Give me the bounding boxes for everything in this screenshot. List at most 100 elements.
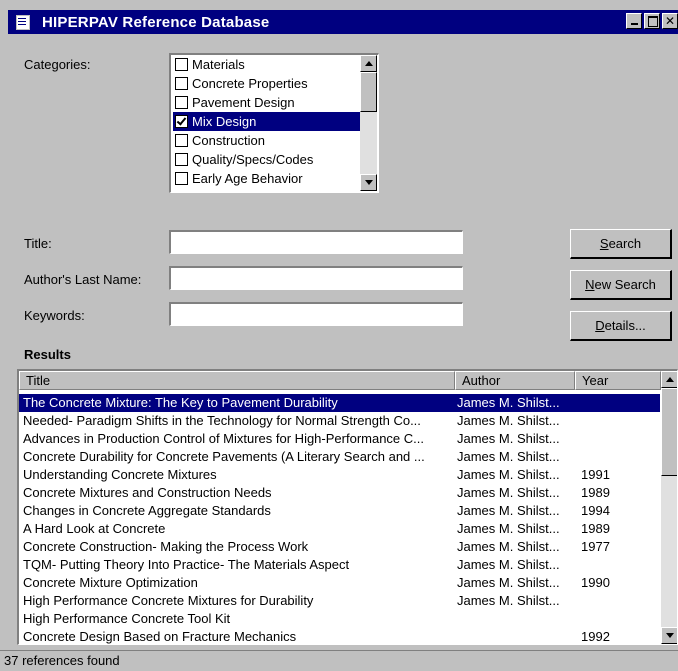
keywords-input[interactable] [169, 302, 463, 326]
results-list[interactable]: Title Author Year The Concrete Mixture: … [17, 369, 678, 645]
scroll-down-button[interactable] [661, 627, 677, 644]
row-author: James M. Shilst... [457, 557, 560, 572]
status-text: 37 references found [4, 653, 120, 668]
new-search-label: ew Search [594, 277, 656, 292]
results-row[interactable]: High Performance Concrete Mixtures for D… [19, 592, 660, 610]
category-checkbox[interactable] [175, 115, 188, 128]
scroll-down-button[interactable] [360, 174, 377, 191]
category-item-pavement-design[interactable]: Pavement Design [173, 93, 361, 112]
scroll-thumb[interactable] [360, 72, 377, 112]
category-checkbox[interactable] [175, 153, 188, 166]
details-button[interactable]: Details... [570, 311, 672, 341]
results-row[interactable]: Concrete Design Based on Fracture Mechan… [19, 628, 660, 644]
scroll-up-button[interactable] [661, 371, 677, 388]
category-item-construction[interactable]: Construction [173, 131, 361, 150]
minimize-button[interactable] [626, 13, 642, 29]
author-label: Author's Last Name: [24, 272, 142, 287]
row-title: Advances in Production Control of Mixtur… [23, 431, 425, 446]
minimize-icon [631, 23, 638, 25]
maximize-icon [648, 16, 658, 27]
categories-scrollbar[interactable] [360, 55, 377, 191]
results-row[interactable]: Needed- Paradigm Shifts in the Technolog… [19, 412, 660, 430]
categories-label: Categories: [24, 57, 91, 72]
row-title: Concrete Design Based on Fracture Mechan… [23, 629, 297, 644]
row-title: Concrete Mixtures and Construction Needs [23, 485, 272, 500]
row-author: James M. Shilst... [457, 467, 560, 482]
row-author: James M. Shilst... [457, 593, 560, 608]
results-row[interactable]: A Hard Look at Concrete James M. Shilst.… [19, 520, 660, 538]
results-row[interactable]: Changes in Concrete Aggregate Standards … [19, 502, 660, 520]
row-year: 1990 [581, 575, 610, 590]
row-author: James M. Shilst... [457, 413, 560, 428]
results-row[interactable]: Understanding Concrete Mixtures James M.… [19, 466, 660, 484]
new-search-button[interactable]: New Search [570, 270, 672, 300]
close-icon: ✕ [664, 14, 676, 28]
title-label: Title: [24, 236, 52, 251]
category-checkbox[interactable] [175, 134, 188, 147]
column-header-author[interactable]: Author [455, 371, 575, 390]
row-author: James M. Shilst... [457, 521, 560, 536]
row-title: High Performance Concrete Mixtures for D… [23, 593, 314, 608]
arrow-up-icon [365, 61, 373, 66]
details-mnemonic: D [595, 318, 605, 333]
category-label: Concrete Properties [192, 76, 308, 91]
results-row[interactable]: TQM- Putting Theory Into Practice- The M… [19, 556, 660, 574]
window-title: HIPERPAV Reference Database [42, 13, 270, 31]
maximize-button[interactable] [644, 13, 660, 29]
row-author: James M. Shilst... [457, 539, 560, 554]
row-title: High Performance Concrete Tool Kit [23, 611, 231, 626]
row-author: James M. Shilst... [457, 503, 560, 518]
row-title: A Hard Look at Concrete [23, 521, 166, 536]
category-item-mix-design[interactable]: Mix Design [173, 112, 361, 131]
results-row[interactable]: The Concrete Mixture: The Key to Pavemen… [19, 394, 660, 412]
categories-list[interactable]: Materials Concrete Properties Pavement D… [169, 53, 379, 193]
results-row[interactable]: Concrete Mixture Optimization James M. S… [19, 574, 660, 592]
search-mnemonic: S [599, 236, 609, 251]
category-item-early-age-behavior[interactable]: Early Age Behavior [173, 169, 361, 188]
category-checkbox[interactable] [175, 172, 188, 185]
results-row[interactable]: Concrete Durability for Concrete Pavemen… [19, 448, 660, 466]
database-icon [14, 14, 32, 30]
search-button[interactable]: Search [570, 229, 672, 259]
category-checkbox[interactable] [175, 96, 188, 109]
category-label: Pavement Design [192, 95, 295, 110]
row-author: James M. Shilst... [457, 431, 560, 446]
row-author: James M. Shilst... [457, 485, 560, 500]
scroll-thumb[interactable] [661, 388, 677, 476]
row-title: Concrete Mixture Optimization [23, 575, 198, 590]
keywords-label: Keywords: [24, 308, 85, 323]
row-year: 1989 [581, 521, 610, 536]
column-header-year[interactable]: Year [575, 371, 661, 390]
row-year: 1994 [581, 503, 610, 518]
row-year: 1992 [581, 629, 610, 644]
author-input[interactable] [169, 266, 463, 290]
arrow-up-icon [666, 377, 674, 382]
row-title: TQM- Putting Theory Into Practice- The M… [23, 557, 350, 572]
main-window: HIPERPAV Reference Database ✕ Categories… [0, 0, 678, 671]
category-checkbox[interactable] [175, 58, 188, 71]
title-bar[interactable]: HIPERPAV Reference Database ✕ [8, 10, 678, 34]
row-title: Concrete Durability for Concrete Pavemen… [23, 449, 425, 464]
results-row[interactable]: Advances in Production Control of Mixtur… [19, 430, 660, 448]
category-checkbox[interactable] [175, 77, 188, 90]
column-header-title[interactable]: Title [19, 371, 455, 390]
results-row[interactable]: Concrete Construction- Making the Proces… [19, 538, 660, 556]
category-item-materials[interactable]: Materials [173, 55, 361, 74]
row-author: James M. Shilst... [457, 449, 560, 464]
title-input[interactable] [169, 230, 463, 254]
category-item-quality-specs-codes[interactable]: Quality/Specs/Codes [173, 150, 361, 169]
category-label: Mix Design [192, 114, 257, 129]
results-row[interactable]: High Performance Concrete Tool Kit [19, 610, 660, 628]
row-author: James M. Shilst... [457, 575, 560, 590]
row-title: Understanding Concrete Mixtures [23, 467, 217, 482]
category-label: Quality/Specs/Codes [192, 152, 314, 167]
row-title: Concrete Construction- Making the Proces… [23, 539, 309, 554]
results-scrollbar[interactable] [661, 371, 677, 644]
row-year: 1977 [581, 539, 610, 554]
category-item-concrete-properties[interactable]: Concrete Properties [173, 74, 361, 93]
row-year: 1989 [581, 485, 610, 500]
row-title: Changes in Concrete Aggregate Standards [23, 503, 271, 518]
results-row[interactable]: Concrete Mixtures and Construction Needs… [19, 484, 660, 502]
close-button[interactable]: ✕ [662, 13, 678, 29]
scroll-up-button[interactable] [360, 55, 377, 72]
